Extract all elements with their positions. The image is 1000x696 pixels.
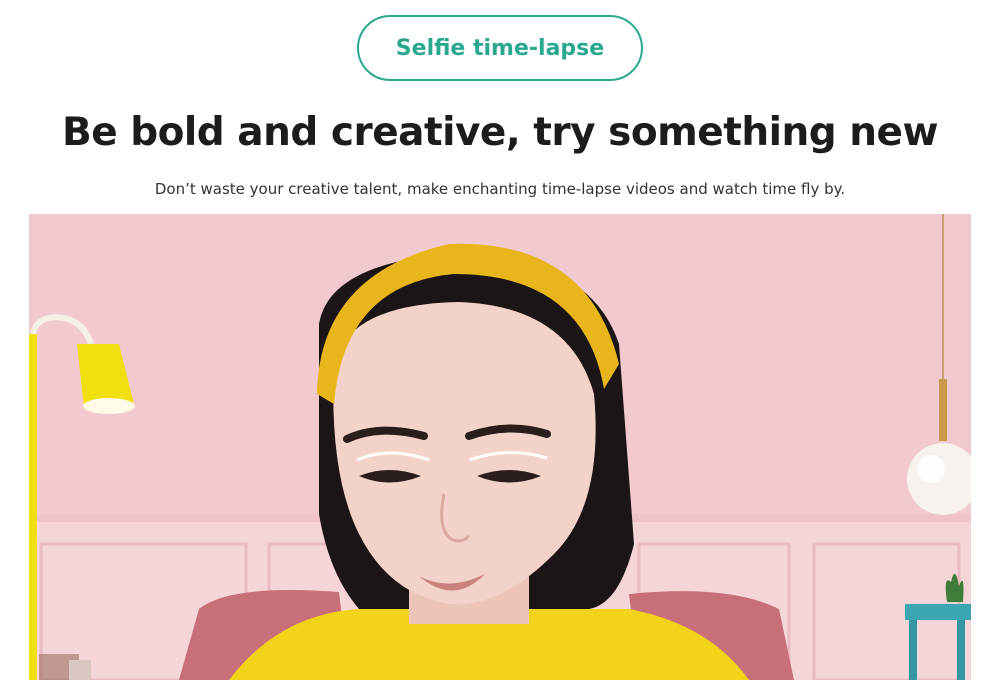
selfie-photo: [29, 214, 971, 680]
selfie-illustration: [29, 214, 971, 680]
selfie-time-lapse-badge[interactable]: Selfie time-lapse: [357, 15, 643, 81]
hero-headline: Be bold and creative, try something new: [61, 110, 939, 155]
page: Selfie time-lapse Be bold and creative, …: [0, 0, 1000, 696]
hero-subtitle: Don’t waste your creative talent, make e…: [154, 180, 846, 198]
badge-label: Selfie time-lapse: [395, 35, 605, 61]
